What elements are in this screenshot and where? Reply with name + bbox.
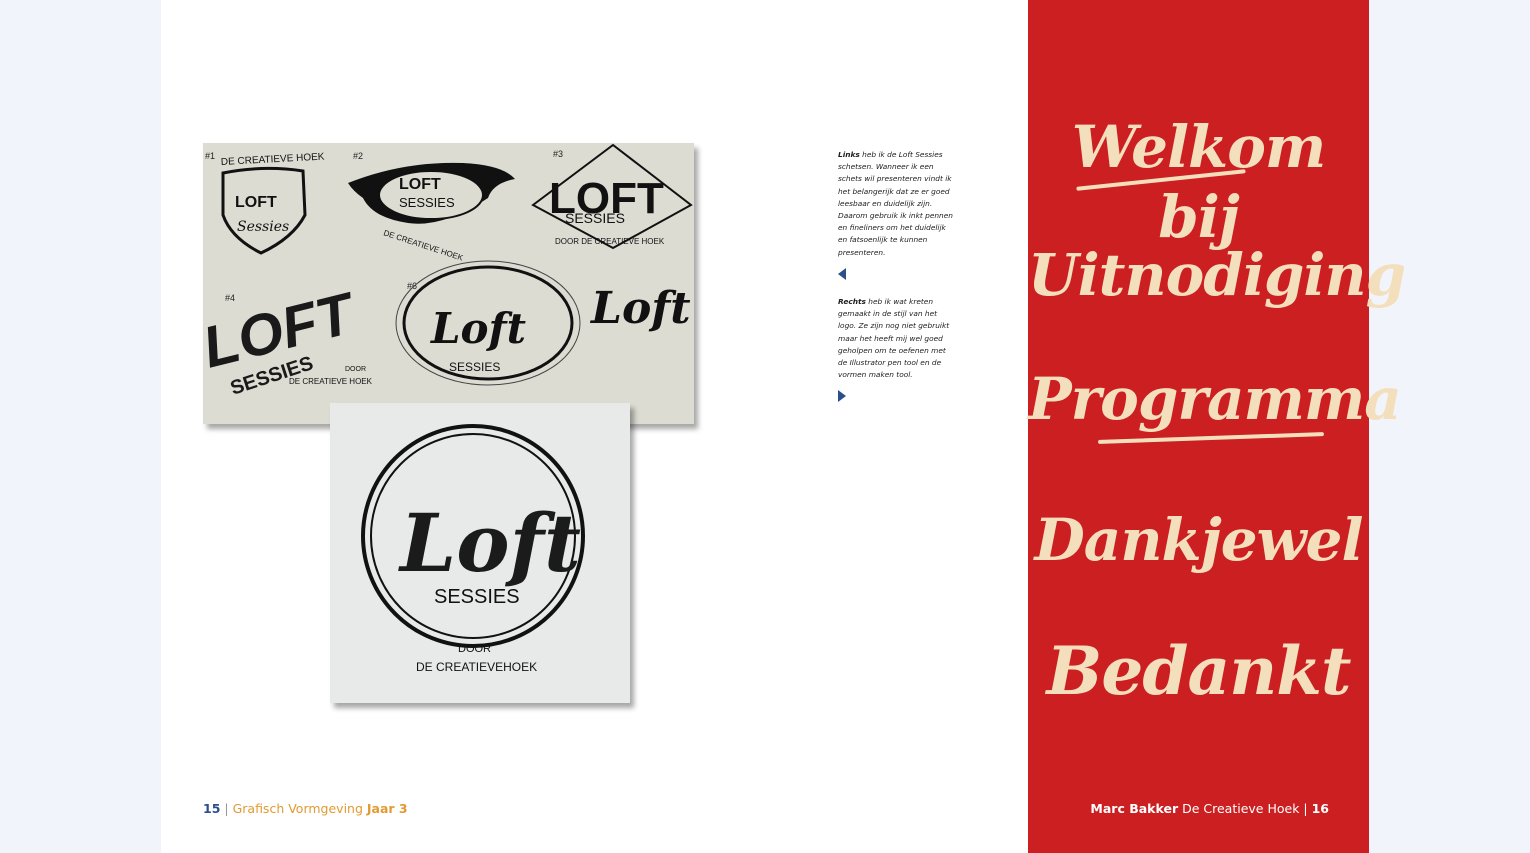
course-name: Grafisch Vormgeving	[232, 801, 367, 816]
sketch-number-6: #6	[407, 281, 417, 291]
sketch-label: DOOR	[458, 643, 491, 655]
script-dankjewel: Dankjewel	[1034, 506, 1364, 574]
footer-separator: |	[220, 801, 233, 816]
sketch-label: SESSIES	[565, 210, 625, 226]
caption-left: Links heb ik de Loft Sessies schetsen. W…	[838, 149, 956, 259]
sketch-label: LOFT	[235, 194, 277, 211]
sketch-drawing-1: #1 DE CREATIEVE HOEK LOFT Sessies #2 LOF…	[203, 143, 694, 424]
script-uitnodiging: Uitnodiging	[1028, 241, 1406, 309]
page-number: 16	[1311, 801, 1329, 816]
page-number: 15	[203, 801, 221, 816]
caption-right-body: heb ik wat kreten gemaakt in de stijl va…	[838, 297, 950, 380]
caption-left-body: heb ik de Loft Sessies schetsen. Wanneer…	[838, 150, 953, 257]
studio-name: De Creatieve Hoek |	[1178, 801, 1312, 816]
sketch-number-4: #4	[225, 293, 235, 303]
sketch-label: Loft	[589, 283, 691, 334]
caption-left-lead: Links	[838, 150, 860, 159]
sketch-label: SESSIES	[434, 586, 520, 608]
arrow-right-icon	[838, 390, 846, 402]
footer-right: Marc Bakker De Creatieve Hoek | 16	[1090, 801, 1329, 816]
script-bedankt: Bedankt	[1046, 632, 1352, 710]
arrow-left-icon	[838, 268, 846, 280]
footer-left: 15 | Grafisch Vormgeving Jaar 3	[203, 801, 408, 816]
author-name: Marc Bakker	[1090, 801, 1179, 816]
sketch-number-3: #3	[553, 149, 563, 159]
sketch-number-2: #2	[353, 151, 363, 161]
sketch-label: Loft	[398, 496, 581, 590]
course-year: Jaar 3	[366, 801, 408, 816]
sketch-drawing-2: Loft SESSIES DOOR DE CREATIEVEHOEK	[330, 403, 630, 703]
sketch-label: DE CREATIEVE HOEK	[289, 377, 373, 386]
sketch-label: DOOR	[345, 366, 366, 373]
sketch-number-1: #1	[205, 151, 215, 161]
right-page: Welkom bij Uitnodiging Programma Dankjew…	[1028, 0, 1406, 853]
sketch-photo-final-logo: Loft SESSIES DOOR DE CREATIEVEHOEK	[330, 403, 630, 703]
sketch-label: DE CREATIEVEHOEK	[416, 660, 537, 674]
script-programma: Programma	[1028, 365, 1402, 433]
sketch-photo-logos: #1 DE CREATIEVE HOEK LOFT Sessies #2 LOF…	[203, 143, 694, 424]
sketch-label: Loft	[430, 304, 526, 353]
script-welkom-bij: Welkom bij	[1071, 113, 1327, 251]
caption-right-lead: Rechts	[838, 297, 866, 306]
sketch-label: SESSIES	[399, 195, 455, 210]
caption-right: Rechts heb ik wat kreten gemaakt in de s…	[838, 296, 956, 381]
sketch-label: DOOR DE CREATIEVE HOEK	[555, 237, 665, 246]
sketch-label: Sessies	[237, 219, 289, 235]
sketch-label: SESSIES	[449, 360, 500, 374]
left-page: #1 DE CREATIEVE HOEK LOFT Sessies #2 LOF…	[161, 0, 1028, 853]
sketch-label: LOFT	[399, 176, 441, 193]
